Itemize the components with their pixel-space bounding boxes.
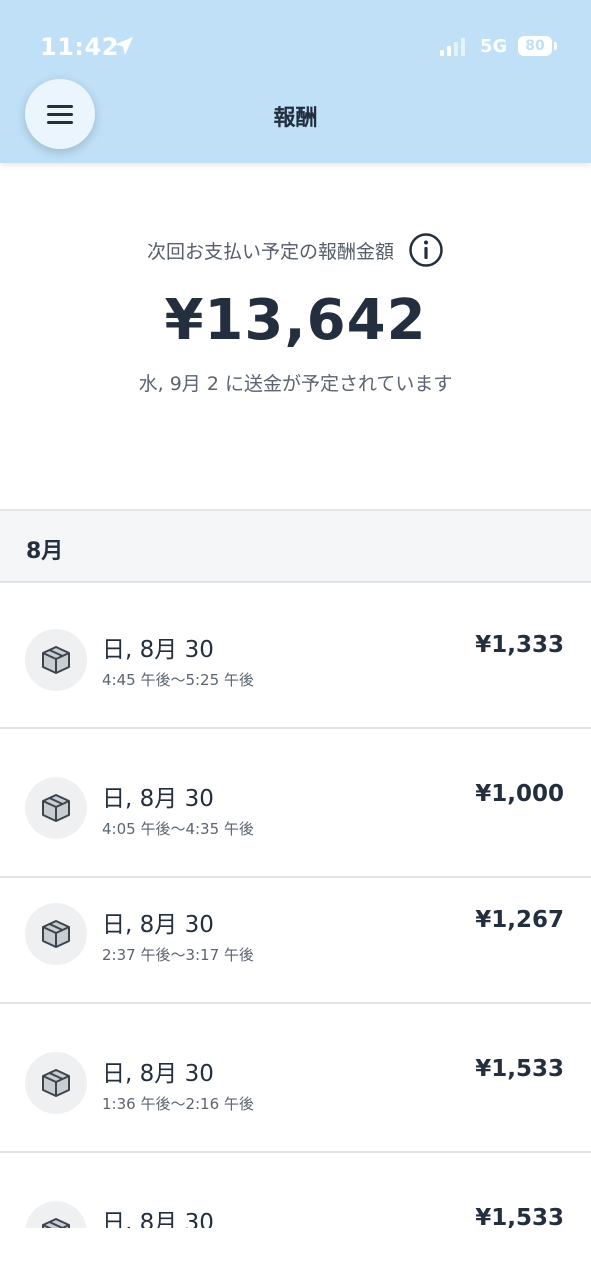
payment-date: 日, 8月 30 [102,786,214,812]
summary-label: 次回お支払い予定の報酬金額 [146,240,394,263]
payment-amount: ¥1,000 [475,781,564,807]
payment-time: 1:36 午後〜2:16 午後 [102,1095,254,1113]
package-box-icon [42,646,70,674]
battery-tip [554,42,557,50]
payment-amount: ¥1,533 [475,1056,564,1082]
payment-row[interactable]: 日, 8月 30 4:45 午後〜5:25 午後 ¥1,333 [0,582,591,728]
cellular-signal-icon [440,38,465,56]
network-type: 5G [480,36,508,57]
month-section-header: 8月 [0,509,591,583]
package-box-icon [25,1201,87,1228]
package-box-icon [25,629,87,691]
payment-row[interactable]: 日, 8月 30 ¥1,533 [0,1153,591,1228]
payment-time: 2:37 午後〜3:17 午後 [102,946,254,964]
month-label: 8月 [26,539,64,564]
payment-date: 日, 8月 30 [102,1210,214,1228]
location-arrow-icon [115,37,133,55]
package-box-icon [25,903,87,965]
battery-indicator: 80 [518,36,552,56]
page-title: 報酬 [273,106,318,131]
payout-summary: 次回お支払い予定の報酬金額 ¥13,642 水, 9月 2 に送金が予定されてい… [0,232,591,396]
payment-row[interactable]: 日, 8月 30 4:05 午後〜4:35 午後 ¥1,000 [0,729,591,876]
payment-date: 日, 8月 30 [102,1061,214,1087]
payment-row[interactable]: 日, 8月 30 2:37 午後〜3:17 午後 ¥1,267 [0,878,591,1002]
payment-time: 4:45 午後〜5:25 午後 [102,671,254,689]
payment-amount: ¥1,533 [475,1205,564,1228]
package-box-icon [42,1218,70,1228]
payment-date: 日, 8月 30 [102,912,214,938]
payment-row[interactable]: 日, 8月 30 1:36 午後〜2:16 午後 ¥1,533 [0,1004,591,1151]
app-header: 11:42 5G 80 報酬 [0,0,591,163]
payment-amount: ¥1,267 [475,907,564,933]
info-icon[interactable] [408,232,444,268]
payment-amount: ¥1,333 [475,632,564,658]
payment-date: 日, 8月 30 [102,637,214,663]
package-box-icon [42,920,70,948]
status-time: 11:42 [40,33,119,61]
package-box-icon [25,777,87,839]
package-box-icon [42,794,70,822]
summary-amount: ¥13,642 [164,288,427,353]
package-box-icon [42,1069,70,1097]
package-box-icon [25,1052,87,1114]
payment-time: 4:05 午後〜4:35 午後 [102,820,254,838]
summary-label-row: 次回お支払い予定の報酬金額 [0,232,591,268]
summary-scheduled-text: 水, 9月 2 に送金が予定されています [138,373,453,395]
